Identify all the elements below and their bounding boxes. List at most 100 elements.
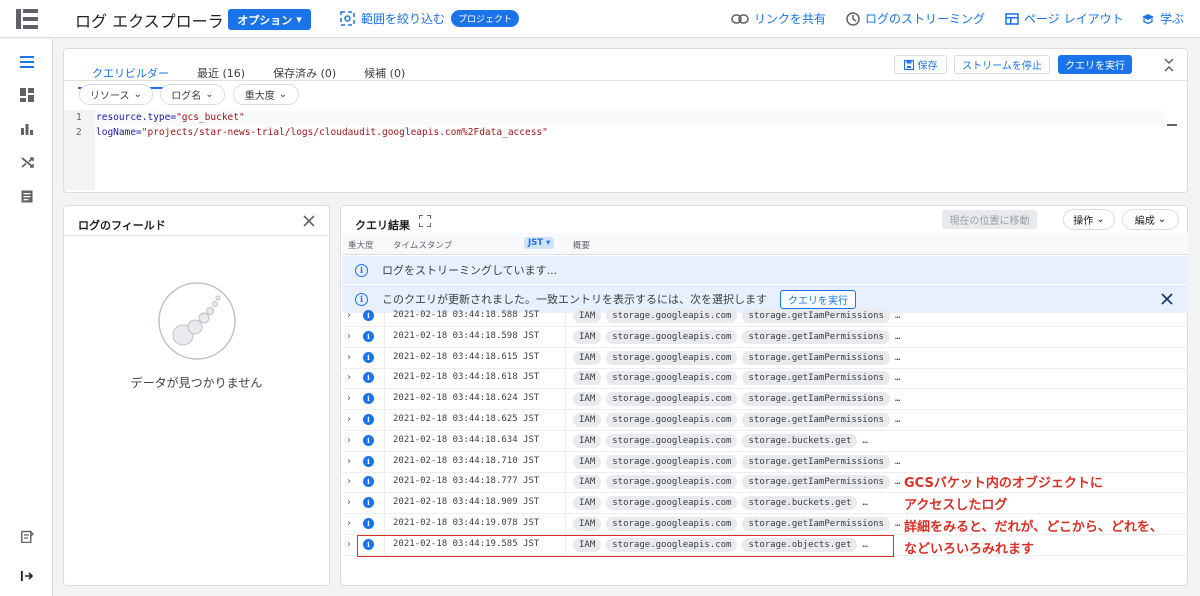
expand-chevron-icon[interactable]: › [347, 331, 351, 342]
nav-dashboard-icon[interactable] [18, 86, 36, 104]
summary-tag[interactable]: storage.getIamPermissions [742, 454, 890, 469]
summary-tag[interactable]: storage.googleapis.com [606, 371, 738, 386]
tab-suggested[interactable]: 候補 (0) [350, 58, 419, 89]
summary-tag[interactable]: storage.getIamPermissions [742, 413, 890, 427]
summary-tag[interactable]: IAM [573, 475, 602, 490]
summary-tag[interactable]: storage.getIamPermissions [742, 329, 890, 344]
expand-chevron-icon[interactable]: › [347, 393, 351, 404]
summary-tag[interactable]: storage.googleapis.com [606, 517, 738, 531]
summary-tag[interactable]: storage.googleapis.com [606, 309, 738, 323]
summary-tag[interactable]: IAM [573, 392, 602, 407]
log-entry-row[interactable]: › i 2021-02-18 03:44:18.624 JST IAM storage.… [342, 389, 1188, 411]
menu-logo-icon[interactable] [0, 0, 53, 38]
stop-stream-button[interactable]: ストリームを停止 [954, 55, 1050, 74]
summary-tag[interactable]: storage.googleapis.com [606, 454, 738, 469]
run-query-button[interactable]: クエリを実行 [1058, 55, 1132, 74]
summary-tag[interactable]: storage.getIamPermissions [742, 392, 890, 407]
column-divider [565, 514, 566, 535]
summary-tag[interactable]: storage.googleapis.com [606, 329, 738, 344]
summary-tag[interactable]: IAM [573, 496, 602, 511]
more-ellipsis: … [894, 352, 901, 363]
share-link-label: リンクを共有 [754, 12, 827, 26]
collapse-panel-icon[interactable] [1162, 57, 1176, 73]
annotation-line: 詳細をみると、だれが、どこから、どれを、 [904, 520, 1163, 535]
log-entry-row[interactable]: › i 2021-02-18 03:44:18.634 JST IAM storage.… [342, 430, 1188, 452]
summary-tag[interactable]: storage.getIamPermissions [742, 371, 890, 386]
summary-tag[interactable]: IAM [573, 413, 602, 427]
summary-tag[interactable]: IAM [573, 350, 602, 365]
expand-chevron-icon[interactable]: › [347, 310, 351, 321]
expand-chevron-icon[interactable]: › [347, 476, 351, 487]
share-link-button[interactable]: リンクを共有 [731, 10, 826, 27]
info-severity-icon: i [363, 351, 374, 363]
more-ellipsis: … [894, 519, 901, 529]
log-entry-row[interactable]: › i 2021-02-18 03:44:18.615 JST IAM storage.… [342, 347, 1188, 369]
refine-scope-button[interactable]: 範囲を絞り込む プロジェクト [340, 10, 520, 27]
expand-chevron-icon[interactable]: › [347, 456, 351, 467]
log-entry-row[interactable]: › i 2021-02-18 03:44:18.618 JST IAM storage.… [342, 368, 1188, 390]
summary-tag[interactable]: IAM [573, 433, 602, 448]
summary-tag[interactable]: storage.googleapis.com [606, 413, 738, 427]
log-entry-row[interactable]: › i 2021-02-18 03:44:18.909 JST IAM storage.… [342, 493, 1188, 515]
summary-tag[interactable]: storage.googleapis.com [606, 496, 738, 511]
close-banner-icon[interactable] [1161, 293, 1173, 305]
expand-chevron-icon[interactable]: › [347, 414, 351, 425]
streaming-banner: i ログをストリーミングしています... [342, 256, 1188, 284]
summary-tags: IAM storage.googleapis.com storage.buckets… [573, 433, 868, 448]
nav-notes-icon[interactable] [18, 187, 36, 205]
summary-tag[interactable]: storage.getIamPermissions [742, 309, 890, 323]
log-entry-row[interactable]: › i 2021-02-18 03:44:18.588 JST IAM storage.… [342, 306, 1188, 327]
summary-tag[interactable]: storage.googleapis.com [606, 350, 738, 365]
expand-chevron-icon[interactable]: › [347, 372, 351, 383]
summary-tag[interactable]: IAM [573, 309, 602, 323]
timestamp: 2021-02-18 03:44:18.624 JST [393, 393, 540, 404]
query-updated-message: このクエリが更新されました。一致エントリを表示するには、次を選択します [382, 293, 767, 306]
log-entry-row[interactable]: › i 2021-02-18 03:44:18.598 JST IAM storage.… [342, 326, 1188, 348]
expand-chevron-icon[interactable]: › [347, 435, 351, 446]
timezone-selector[interactable]: JST ▾ [524, 237, 555, 249]
expand-chevron-icon[interactable]: › [347, 352, 351, 363]
options-button[interactable]: オプション ▾ [228, 9, 311, 30]
expand-chevron-icon[interactable]: › [347, 497, 351, 508]
expand-chevron-icon[interactable]: › [347, 539, 351, 550]
severity-filter-dropdown[interactable]: 重大度 ⌄ [233, 84, 299, 105]
link-icon [731, 13, 749, 24]
nav-router-icon[interactable] [18, 153, 36, 171]
summary-tag[interactable]: storage.googleapis.com [606, 475, 738, 490]
nav-metrics-icon[interactable] [18, 120, 36, 138]
expand-rail-icon[interactable] [18, 567, 36, 585]
fullscreen-icon[interactable] [418, 214, 432, 228]
summary-tag[interactable]: storage.getIamPermissions [742, 517, 890, 531]
log-entry-row[interactable]: › i 2021-02-18 03:44:18.625 JST IAM storage.… [342, 410, 1188, 431]
resource-filter-dropdown[interactable]: リソース ⌄ [79, 84, 153, 105]
learn-button[interactable]: 学ぶ [1141, 10, 1184, 27]
summary-tag[interactable]: storage.getIamPermissions [742, 350, 890, 365]
chevron-down-icon: ⌄ [278, 89, 288, 100]
info-severity-icon: i [363, 497, 374, 509]
edit-dropdown[interactable]: 編成 ⌄ [1122, 209, 1179, 230]
summary-tag[interactable]: IAM [573, 329, 602, 344]
log-entry-row[interactable]: › i 2021-02-18 03:44:18.710 JST IAM storage.… [342, 451, 1188, 473]
page-layout-button[interactable]: ページ レイアウト [1005, 10, 1124, 27]
summary-tag[interactable]: storage.buckets.get [742, 496, 858, 511]
jump-to-now-button[interactable]: 現在の位置に移動 [942, 210, 1037, 229]
info-icon: i [355, 263, 368, 277]
actions-dropdown[interactable]: 操作 ⌄ [1063, 209, 1115, 230]
expand-chevron-icon[interactable]: › [347, 518, 351, 529]
logname-filter-dropdown[interactable]: ログ名 ⌄ [160, 84, 225, 105]
summary-tag[interactable]: storage.googleapis.com [606, 392, 738, 407]
close-icon[interactable] [302, 214, 316, 228]
nav-logs-icon[interactable] [18, 53, 36, 71]
save-query-button[interactable]: 保存 [894, 55, 947, 74]
summary-tag[interactable]: IAM [573, 371, 602, 386]
summary-tag[interactable]: storage.buckets.get [742, 433, 858, 448]
summary-tag[interactable]: IAM [573, 517, 602, 531]
nav-release-notes-icon[interactable] [18, 527, 36, 545]
timestamp: 2021-02-18 03:44:18.615 JST [393, 351, 540, 362]
stream-logs-button[interactable]: ログのストリーミング [846, 10, 985, 27]
summary-tag[interactable]: storage.getIamPermissions [742, 475, 890, 490]
summary-tag[interactable]: storage.googleapis.com [606, 433, 738, 448]
summary-tag[interactable]: IAM [573, 454, 602, 469]
query-value: "gcs_bucket" [176, 112, 245, 123]
query-editor[interactable]: 1 2 resource.type="gcs_bucket" logName="… [64, 110, 1187, 190]
